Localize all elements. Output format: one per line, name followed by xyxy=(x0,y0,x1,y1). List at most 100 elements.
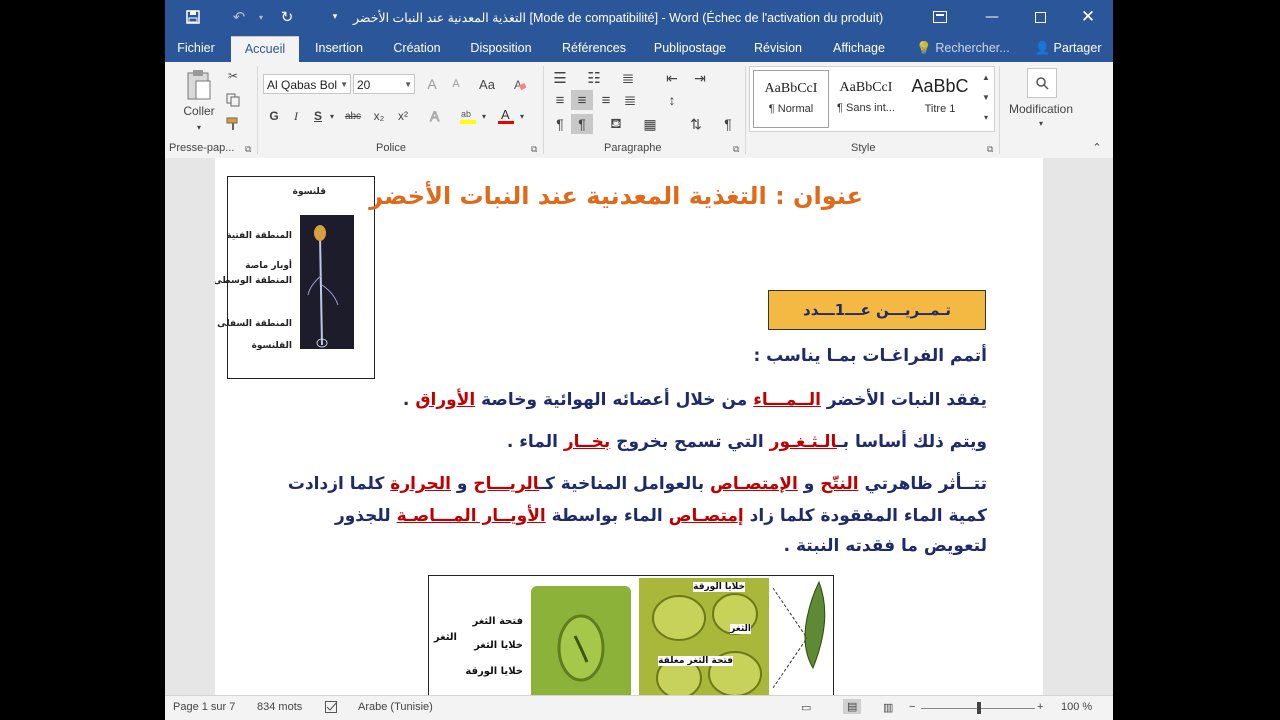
tell-me-label: Rechercher... xyxy=(935,41,1010,55)
copy-icon[interactable] xyxy=(223,90,243,110)
superscript-button[interactable]: x² xyxy=(393,106,413,126)
justify-icon[interactable]: ≣ xyxy=(619,90,641,110)
text-run: التي تسمح بخروج xyxy=(610,432,770,452)
clipboard-launcher-icon[interactable]: ⧉ xyxy=(245,144,251,155)
text-run: بالعوامل المناخية كـ xyxy=(539,474,711,494)
rtl-direction-icon[interactable]: ¶ xyxy=(571,114,593,134)
ltr-direction-icon[interactable]: ¶ xyxy=(549,114,571,134)
italic-button[interactable]: I xyxy=(287,106,305,126)
language-indicator[interactable]: Arabe (Tunisie) xyxy=(358,701,433,713)
zoom-level[interactable]: 100 % xyxy=(1061,701,1092,713)
tab-accueil[interactable]: Accueil xyxy=(231,36,299,63)
shading-icon[interactable]: ⛾ xyxy=(605,114,627,134)
style-launcher-icon[interactable]: ⧉ xyxy=(987,144,993,155)
underline-button[interactable]: S xyxy=(309,106,327,126)
zoom-out-icon[interactable]: − xyxy=(909,701,915,713)
font-color-icon[interactable]: A xyxy=(495,106,517,126)
font-launcher-icon[interactable]: ⧉ xyxy=(531,144,537,155)
paste-dropdown-icon[interactable]: ▾ xyxy=(189,122,209,132)
paste-button[interactable]: Coller xyxy=(179,104,219,118)
editing-button[interactable]: Modification xyxy=(1003,102,1079,116)
font-size-combo[interactable]: 20 ▼ xyxy=(353,74,415,94)
paragraph-launcher-icon[interactable]: ⧉ xyxy=(733,144,739,155)
clear-formatting-icon[interactable]: A xyxy=(509,74,531,94)
shrink-font-button[interactable]: A xyxy=(445,74,467,94)
styles-scroll-up-icon[interactable]: ▲ xyxy=(979,68,993,86)
focus-mode-icon[interactable]: ▭ xyxy=(801,701,811,714)
borders-icon[interactable]: ▦ xyxy=(639,114,661,134)
close-icon[interactable]: ✕ xyxy=(1065,0,1111,34)
tell-me-search[interactable]: 💡 Rechercher... xyxy=(913,36,1013,62)
styles-more-icon[interactable]: ▾ xyxy=(979,108,993,126)
style-no-spacing[interactable]: AaBbCcI ¶ Sans int... xyxy=(829,70,903,126)
numbering-icon[interactable]: ☷ xyxy=(583,68,605,88)
maximize-icon[interactable] xyxy=(1017,0,1063,34)
search-icon[interactable] xyxy=(1027,68,1057,98)
cut-icon[interactable]: ✂ xyxy=(223,66,243,86)
ribbon-display-options-icon[interactable] xyxy=(917,0,963,34)
style-name: ¶ Sans int... xyxy=(837,102,895,114)
zoom-in-icon[interactable]: + xyxy=(1037,701,1043,713)
multilevel-list-icon[interactable]: ≣ xyxy=(617,68,639,88)
tab-fichier[interactable]: Fichier xyxy=(165,36,227,62)
grow-font-button[interactable]: A xyxy=(421,74,443,94)
align-right-icon[interactable]: ≡ xyxy=(595,90,617,110)
format-painter-icon[interactable] xyxy=(223,114,243,134)
decrease-indent-icon[interactable]: ⇤ xyxy=(661,68,683,88)
page-count[interactable]: Page 1 sur 7 xyxy=(173,701,235,713)
font-color-dropdown-icon[interactable]: ▾ xyxy=(517,106,527,126)
ribbon-tabs: Fichier Accueil Insertion Création Dispo… xyxy=(165,36,1113,63)
bold-button[interactable]: G xyxy=(265,106,283,126)
tab-creation[interactable]: Création xyxy=(383,36,451,62)
proofing-icon[interactable] xyxy=(325,701,339,716)
chevron-down-icon: ▼ xyxy=(404,80,412,89)
plant-label: أوبار ماصة xyxy=(245,261,292,271)
show-marks-icon[interactable]: ¶ xyxy=(717,114,739,134)
highlight-icon[interactable]: ab xyxy=(457,106,479,126)
share-button[interactable]: 👤 Partager xyxy=(1023,36,1113,62)
word-count[interactable]: 834 mots xyxy=(257,701,302,713)
font-group-label: Police xyxy=(376,142,406,154)
tab-insertion[interactable]: Insertion xyxy=(306,36,372,62)
line-spacing-icon[interactable]: ↕ xyxy=(661,90,683,110)
tab-references[interactable]: Références xyxy=(553,36,635,62)
editing-dropdown-icon[interactable]: ▾ xyxy=(1031,118,1051,128)
underline-dropdown-icon[interactable]: ▾ xyxy=(327,106,337,126)
style-normal[interactable]: AaBbCcI ¶ Normal xyxy=(753,70,829,128)
paragraph-line-1: يفقد النبات الأخضر الــمـــاء من خلال أع… xyxy=(403,390,987,410)
web-layout-icon[interactable]: ▥ xyxy=(883,701,893,714)
print-layout-icon[interactable]: ▤ xyxy=(843,699,862,714)
collapse-ribbon-icon[interactable]: ⌃ xyxy=(1089,140,1105,154)
subscript-button[interactable]: x₂ xyxy=(369,106,389,126)
text-effects-icon[interactable]: A xyxy=(425,106,447,126)
person-icon: 👤 xyxy=(1034,41,1051,55)
change-case-button[interactable]: Aa xyxy=(471,74,503,94)
tab-revision[interactable]: Révision xyxy=(747,36,809,62)
minimize-icon[interactable]: — xyxy=(969,0,1015,34)
undo-dropdown-icon[interactable]: ▾ xyxy=(249,6,273,28)
customize-quick-access-icon[interactable]: ▾ xyxy=(323,6,347,28)
zoom-slider-thumb[interactable] xyxy=(977,702,981,714)
document-page[interactable]: قلنسوة المنطقة الفتية أوبار ماصة المنطقة… xyxy=(215,158,1043,695)
undo-icon[interactable]: ↶ xyxy=(227,6,251,28)
sort-icon[interactable]: ⇅ xyxy=(685,114,707,134)
paste-icon[interactable] xyxy=(183,68,215,102)
document-area: قلنسوة المنطقة الفتية أوبار ماصة المنطقة… xyxy=(165,158,1113,695)
stoma-photo-closeup xyxy=(531,586,631,695)
increase-indent-icon[interactable]: ⇥ xyxy=(689,68,711,88)
tab-affichage[interactable]: Affichage xyxy=(825,36,893,62)
align-left-icon[interactable]: ≡ xyxy=(549,90,571,110)
redo-icon[interactable]: ↻ xyxy=(275,6,299,28)
style-heading-1[interactable]: AaBbC Titre 1 xyxy=(903,70,977,126)
highlight-dropdown-icon[interactable]: ▾ xyxy=(479,106,489,126)
align-center-icon[interactable]: ≡ xyxy=(571,90,593,110)
text-run: و xyxy=(797,474,821,494)
font-name-combo[interactable]: Al Qabas Bol ▼ xyxy=(263,74,351,94)
save-icon[interactable] xyxy=(181,6,205,28)
bullets-icon[interactable]: ☰ xyxy=(549,68,571,88)
tab-disposition[interactable]: Disposition xyxy=(463,36,539,62)
vertical-scrollbar[interactable] xyxy=(1097,158,1113,695)
tab-publipostage[interactable]: Publipostage xyxy=(647,36,733,62)
strikethrough-button[interactable]: abc xyxy=(341,106,365,126)
styles-scroll-down-icon[interactable]: ▼ xyxy=(979,88,993,106)
